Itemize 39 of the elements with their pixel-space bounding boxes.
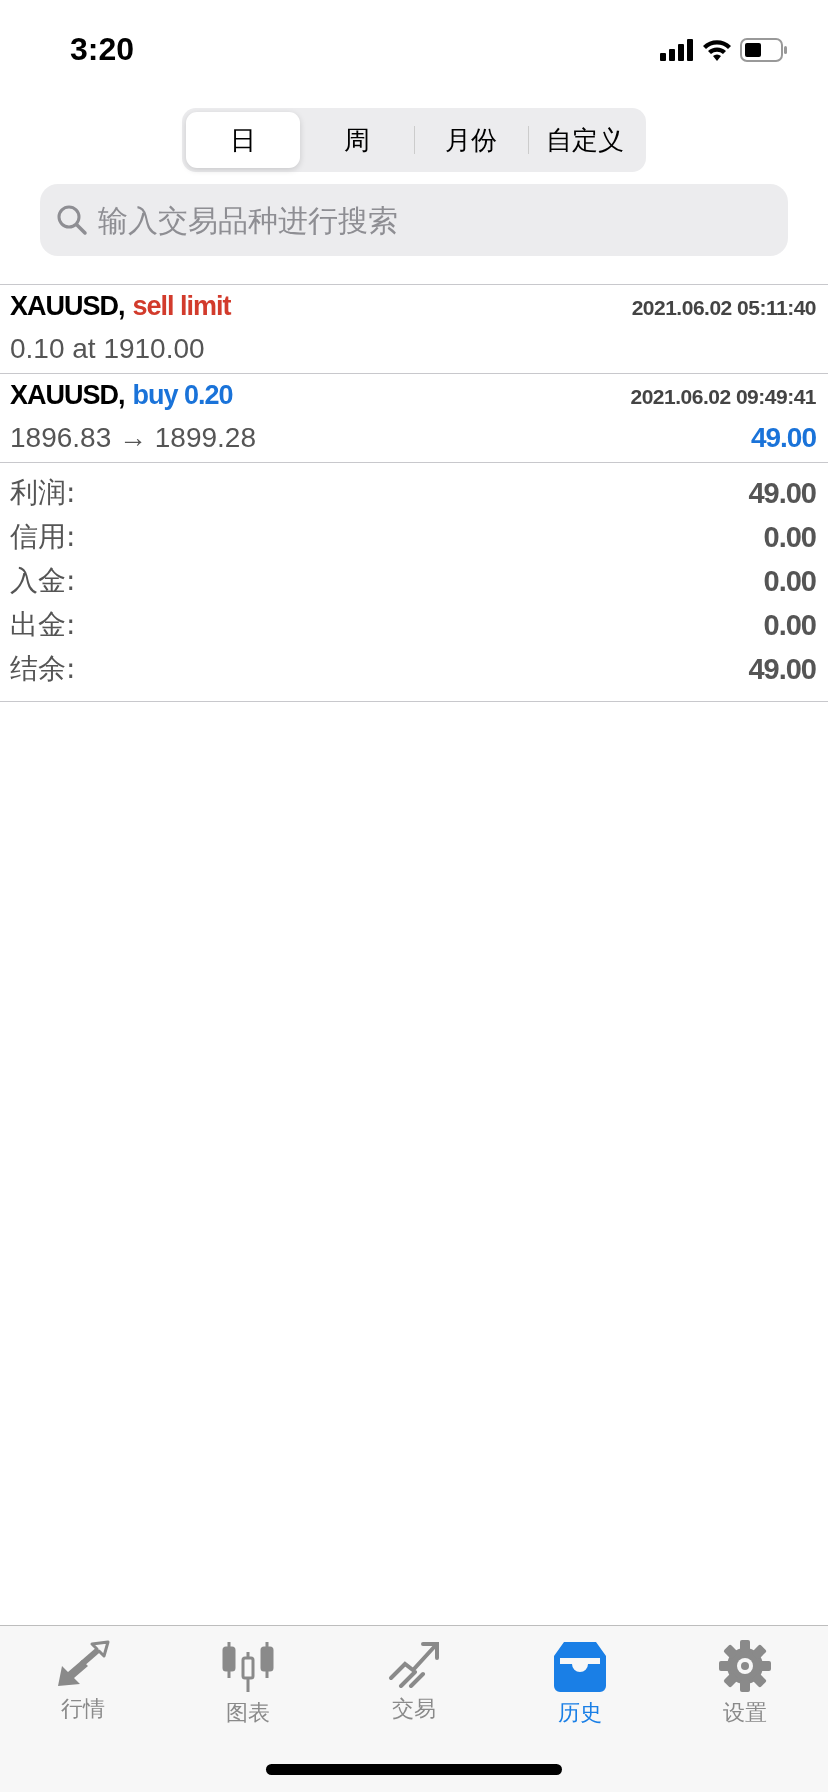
- status-time: 3:20: [70, 30, 135, 68]
- summary-value: 0.00: [763, 520, 816, 554]
- summary-label: 信用:: [10, 519, 76, 555]
- summary-value: 0.00: [763, 608, 816, 642]
- order-type: sell limit: [132, 291, 231, 322]
- battery-icon: [740, 38, 788, 62]
- summary-label: 结余:: [10, 651, 76, 687]
- tab-bar-item[interactable]: 设置: [662, 1640, 828, 1728]
- symbol-label: XAUUSD,: [10, 380, 125, 411]
- period-tab[interactable]: 月份: [414, 112, 528, 168]
- order-detail: 1896.83 → 1899.28: [10, 422, 256, 454]
- wifi-icon: [702, 39, 732, 61]
- search-icon: [56, 204, 88, 236]
- period-tab[interactable]: 日: [186, 112, 300, 168]
- settings-icon: [719, 1640, 772, 1692]
- summary-value: 0.00: [763, 564, 816, 598]
- period-tab[interactable]: 周: [300, 112, 414, 168]
- order-time: 2021.06.02 09:49:41: [630, 385, 816, 409]
- trend-arrow-icon: [387, 1640, 441, 1688]
- diagonal-arrows-icon: [55, 1640, 110, 1688]
- signal-icon: [660, 39, 694, 61]
- summary-label: 利润:: [10, 475, 76, 511]
- period-tab[interactable]: 自定义: [528, 112, 642, 168]
- tab-bar-item[interactable]: 图表: [165, 1640, 332, 1728]
- profit-value: 49.00: [750, 422, 816, 454]
- summary-value: 49.00: [748, 652, 816, 686]
- tab-bar-item[interactable]: 行情: [0, 1640, 166, 1728]
- tab-bar-item[interactable]: 交易: [331, 1640, 497, 1728]
- candlestick-icon: [221, 1640, 276, 1692]
- symbol-label: XAUUSD,: [10, 291, 125, 322]
- summary-label: 出金:: [10, 607, 76, 643]
- tray-icon: [553, 1640, 606, 1692]
- order-time: 2021.06.02 05:11:40: [631, 296, 816, 320]
- summary-value: 49.00: [748, 476, 816, 510]
- summary-label: 入金:: [10, 563, 76, 599]
- tab-bar-item[interactable]: 历史: [496, 1640, 663, 1728]
- search-field[interactable]: 输入交易品种进行搜索: [40, 184, 788, 256]
- order-type: buy 0.20: [132, 380, 233, 411]
- order-detail: 0.10 at 1910.00: [10, 333, 205, 365]
